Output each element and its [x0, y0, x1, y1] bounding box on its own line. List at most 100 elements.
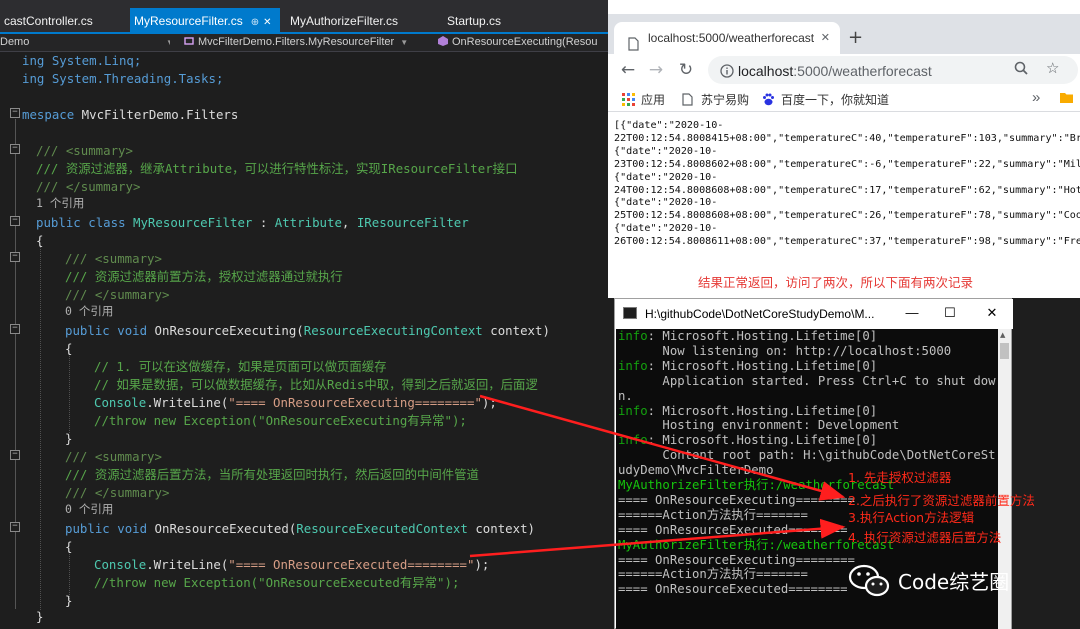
reference-count[interactable]: 0 个引用 [65, 302, 608, 320]
code-line: //throw new Exception("OnResourceExecuti… [94, 413, 467, 428]
code-editor[interactable]: − − − − − − − ing System.Linq; ing Syste… [0, 52, 608, 629]
tab-label: castController.cs [4, 14, 93, 28]
console-line: ======Action方法执行======= [618, 508, 808, 523]
apps-grid-icon [622, 93, 635, 106]
indent-guide [40, 245, 41, 610]
code-line: /// 资源过滤器，继承Attribute，可以进行特性标注，实现IResour… [36, 161, 518, 176]
new-tab-button[interactable]: + [848, 28, 863, 48]
log-level-label: info [618, 403, 648, 418]
console-line-text: Now listening on: http://localhost:5000 [618, 343, 952, 358]
console-line: ======Action方法执行======= [618, 567, 808, 582]
console-line-text: : Microsoft.Hosting.Lifetime[0] [647, 403, 878, 418]
console-line: Application started. Press Ctrl+C to shu… [618, 374, 995, 389]
reload-icon[interactable]: ↻ [674, 58, 698, 82]
indent-guide [69, 353, 70, 433]
reference-count[interactable]: 1 个引用 [36, 194, 608, 212]
console-line: ==== OnResourceExecuting======== [618, 553, 855, 568]
log-level-label: info [618, 329, 648, 343]
json-line: 22T00:12:54.8008415+08:00","temperatureC… [614, 132, 1080, 144]
visual-studio-editor: castController.cs MyResourceFilter.cs ⊕ ✕ … [0, 0, 608, 629]
console-line: ==== OnResourceExecuting======== [618, 493, 855, 508]
fold-toggle-icon[interactable]: − [10, 450, 20, 460]
code-line: public void OnResourceExecuting(Resource… [65, 323, 550, 338]
reference-count[interactable]: 0 个引用 [65, 500, 608, 518]
console-title-bar[interactable]: H:\githubCode\DotNetCoreStudyDemo\M... —… [615, 299, 1013, 329]
json-line: {"date":"2020-10- [614, 145, 718, 157]
fold-toggle-icon[interactable]: − [10, 108, 20, 118]
console-line-text: : Microsoft.Hosting.Lifetime[0] [647, 358, 878, 373]
console-line-text: udyDemo\MvcFilterDemo [618, 463, 774, 478]
wechat-icon [848, 564, 890, 597]
code-line: ing System.Linq; [22, 53, 142, 68]
method-icon [438, 35, 448, 46]
browser-tab[interactable]: localhost:5000/weatherforecast ✕ [614, 22, 840, 54]
member-dropdown[interactable]: OnResourceExecuting(Resou [438, 34, 608, 52]
console-line: info: Microsoft.Hosting.Lifetime[0] [618, 329, 877, 344]
bookmark-label: 应用 [641, 93, 666, 107]
fold-toggle-icon[interactable]: − [10, 522, 20, 532]
tab-weatherforecast-controller[interactable]: castController.cs [0, 10, 128, 32]
info-icon[interactable] [720, 63, 734, 82]
fold-toggle-icon[interactable]: − [10, 324, 20, 334]
json-line: {"date":"2020-10- [614, 171, 718, 183]
close-icon[interactable]: ✕ [977, 303, 1007, 323]
code-line: mespace MvcFilterDemo.Filters [22, 107, 239, 122]
scroll-up-icon[interactable]: ▲ [1000, 331, 1005, 339]
scrollbar-thumb[interactable] [1000, 343, 1009, 359]
maximize-icon[interactable]: ☐ [935, 303, 965, 323]
annotation-step-3: 3.执行Action方法逻辑 [848, 510, 975, 525]
bookmark-baidu[interactable]: 百度一下，你就知道 [762, 91, 889, 108]
address-bar[interactable]: localhost:5000/weatherforecast ☆ [708, 56, 1078, 84]
close-icon[interactable]: ✕ [263, 17, 271, 28]
console-line-text: ======Action方法执行======= [618, 567, 808, 582]
bookmark-label: 苏宁易购 [701, 93, 750, 107]
code-line: Console.WriteLine("==== OnResourceExecut… [94, 557, 490, 572]
close-icon[interactable]: ✕ [821, 22, 830, 54]
console-app-icon [623, 307, 637, 319]
tab-title: localhost:5000/weatherforecast [648, 31, 815, 45]
annotation-step-4: 4. 执行资源过滤器后置方法 [848, 530, 1002, 545]
folder-icon[interactable] [1060, 91, 1074, 107]
more-bookmarks-button[interactable]: » [1032, 89, 1040, 106]
bookmark-star-icon[interactable]: ☆ [1046, 59, 1059, 77]
forward-icon[interactable]: → [644, 58, 668, 82]
json-line: 23T00:12:54.8008602+08:00","temperatureC… [614, 158, 1080, 170]
console-line-text: ==== OnResourceExecuting======== [618, 492, 855, 507]
console-line-text: ==== OnResourceExecuted======== [618, 582, 848, 597]
console-line: Content root path: H:\githubCode\DotNetC… [618, 448, 995, 463]
console-line: info: Microsoft.Hosting.Lifetime[0] [618, 404, 877, 419]
pin-icon[interactable]: ⊕ [251, 17, 259, 28]
tab-my-resource-filter[interactable]: MyResourceFilter.cs ⊕ ✕ [130, 8, 280, 34]
fold-toggle-icon[interactable]: − [10, 252, 20, 262]
tab-my-authorize-filter[interactable]: MyAuthorizeFilter.cs [286, 10, 436, 32]
code-line: { [36, 233, 44, 248]
project-name: Demo [0, 36, 30, 48]
json-line: [{"date":"2020-10- [614, 120, 724, 131]
code-line: /// <summary> [65, 449, 162, 464]
minimize-icon[interactable]: — [897, 303, 927, 323]
bookmark-apps[interactable]: 应用 [622, 91, 665, 108]
editor-tab-bar: castController.cs MyResourceFilter.cs ⊕ ✕ … [0, 0, 608, 34]
code-line: { [65, 341, 73, 356]
zoom-search-icon[interactable] [1014, 61, 1028, 81]
chevron-down-icon: ▼ [400, 38, 409, 47]
code-line: //throw new Exception("OnResourceExecute… [94, 575, 460, 590]
result-annotation: 结果正常返回，访问了两次，所以下面有两次记录 [698, 275, 974, 290]
bookmark-suning[interactable]: 苏宁易购 [682, 91, 749, 108]
console-line: ==== OnResourceExecuted======== [618, 582, 848, 597]
project-dropdown[interactable]: Demo ▼ [0, 34, 170, 52]
annotation-step-1: 1. 先走授权过滤器 [848, 470, 952, 485]
fold-toggle-icon[interactable]: − [10, 144, 20, 154]
watermark: Code综艺圈 [848, 560, 1048, 600]
class-dropdown[interactable]: MvcFilterDemo.Filters.MyResourceFilter ▼ [184, 34, 430, 52]
fold-toggle-icon[interactable]: − [10, 216, 20, 226]
code-line: /// 资源过滤器后置方法，当所有处理返回时执行，然后返回的中间件管道 [65, 467, 479, 482]
code-line: Console.WriteLine("==== OnResourceExecut… [94, 395, 497, 410]
console-line: n. [618, 389, 633, 404]
back-icon[interactable]: ← [616, 58, 640, 82]
code-line: public class MyResourceFilter : Attribut… [36, 215, 469, 230]
json-line: 26T00:12:54.8008611+08:00","temperatureC… [614, 236, 1080, 248]
code-line: /// <summary> [36, 143, 133, 158]
tab-startup[interactable]: Startup.cs [443, 10, 543, 32]
browser-window: localhost:5000/weatherforecast ✕ + ← → ↻… [608, 0, 1080, 298]
